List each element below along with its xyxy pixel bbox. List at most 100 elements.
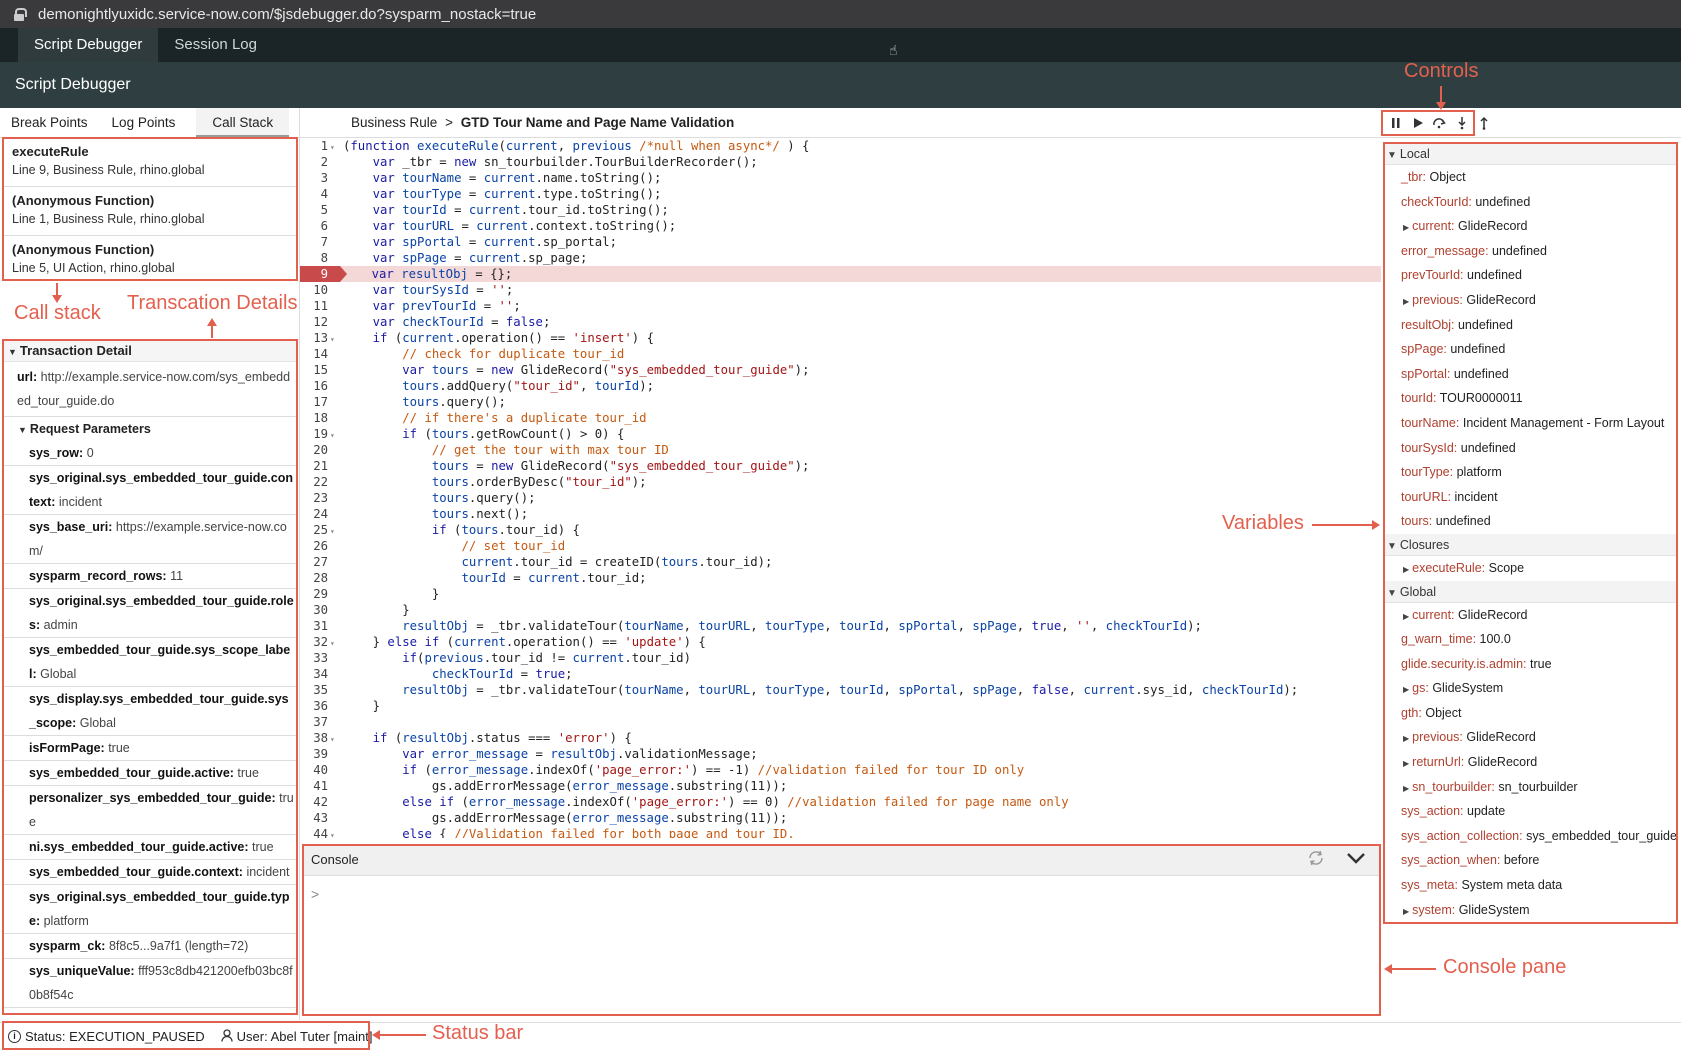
line-number[interactable]: 4 <box>300 186 330 202</box>
variable-row[interactable]: ▶ current: GlideRecord <box>1383 603 1676 628</box>
line-number[interactable]: 21 <box>300 458 330 474</box>
breadcrumb-parent[interactable]: Business Rule <box>351 115 437 130</box>
fold-arrow-icon[interactable]: ▾ <box>330 828 340 838</box>
request-parameters-header[interactable]: ▼ Request Parameters <box>2 417 298 441</box>
line-number[interactable]: 8 <box>300 250 330 266</box>
variable-row[interactable]: ▶ previous: GlideRecord <box>1383 725 1676 750</box>
expand-triangle-icon[interactable]: ▶ <box>1403 223 1409 232</box>
line-number[interactable]: 26 <box>300 538 330 554</box>
variable-row[interactable]: ▶ previous: GlideRecord <box>1383 288 1676 313</box>
line-number[interactable]: 31 <box>300 618 330 634</box>
variables-section-header[interactable]: ▼ Global <box>1383 580 1676 603</box>
line-number[interactable]: 38 <box>300 730 330 746</box>
user-text: User: Abel Tuter [maint] <box>236 1029 373 1044</box>
line-number[interactable]: 37 <box>300 714 330 730</box>
tab-session-log[interactable]: Session Log <box>158 28 273 62</box>
breakpoint-marker-icon <box>340 266 347 282</box>
variable-row[interactable]: ▶ gs: GlideSystem <box>1383 676 1676 701</box>
variables-section-header[interactable]: ▼ Closures <box>1383 533 1676 556</box>
line-number[interactable]: 17 <box>300 394 330 410</box>
step-into-icon[interactable] <box>1455 115 1469 131</box>
line-number[interactable]: 9 <box>300 266 340 282</box>
transaction-detail-header[interactable]: ▼ Transaction Detail <box>2 340 298 362</box>
pause-icon[interactable] <box>1389 115 1403 131</box>
call-stack-frame[interactable]: (Anonymous Function) Line 5, UI Action, … <box>2 236 298 285</box>
expand-triangle-icon[interactable]: ▶ <box>1403 612 1409 621</box>
line-number[interactable]: 5 <box>300 202 330 218</box>
line-number[interactable]: 23 <box>300 490 330 506</box>
browser-url-bar[interactable]: demonightlyuxidc.service-now.com/$jsdebu… <box>0 0 1681 28</box>
expand-triangle-icon[interactable]: ▼ <box>1387 588 1397 599</box>
step-out-icon[interactable] <box>1477 115 1491 131</box>
expand-triangle-icon[interactable]: ▶ <box>1403 734 1409 743</box>
variable-row[interactable]: ▶ sn_tourbuilder: sn_tourbuilder <box>1383 775 1676 800</box>
line-number[interactable]: 34 <box>300 666 330 682</box>
variable-row[interactable]: ▶ current: GlideRecord <box>1383 214 1676 239</box>
variable-row[interactable]: ▶ system: GlideSystem <box>1383 898 1676 923</box>
code-text: (function executeRule(current, previous … <box>343 139 810 153</box>
line-number[interactable]: 28 <box>300 570 330 586</box>
line-number[interactable]: 18 <box>300 410 330 426</box>
code-text: var resultObj = {}; <box>371 267 513 281</box>
code-editor[interactable]: 1 ▾ (function executeRule(current, previou… <box>300 138 1381 838</box>
expand-triangle-icon[interactable]: ▶ <box>1403 565 1409 574</box>
request-parameters-list: sys_row: 0 sys_original.sys_embedded_tour… <box>2 441 298 1012</box>
line-number[interactable]: 44 <box>300 826 330 838</box>
expand-triangle-icon[interactable]: ▶ <box>1403 759 1409 768</box>
expand-triangle-icon[interactable]: ▼ <box>1387 150 1397 161</box>
line-number[interactable]: 42 <box>300 794 330 810</box>
line-number[interactable]: 25 <box>300 522 330 538</box>
call-stack-frame[interactable]: (Anonymous Function) Line 1, Business Ru… <box>2 187 298 236</box>
line-number[interactable]: 6 <box>300 218 330 234</box>
line-number[interactable]: 3 <box>300 170 330 186</box>
line-number[interactable]: 43 <box>300 810 330 826</box>
variable-row[interactable]: ▶ returnUrl: GlideRecord <box>1383 750 1676 775</box>
line-number[interactable]: 30 <box>300 602 330 618</box>
line-number[interactable]: 1 <box>300 138 330 154</box>
expand-triangle-icon[interactable]: ▶ <box>1403 907 1409 916</box>
line-number[interactable]: 20 <box>300 442 330 458</box>
variable-row[interactable]: ▶ executeRule: Scope <box>1383 556 1676 581</box>
tab-call-stack[interactable]: Call Stack <box>196 108 290 137</box>
line-number[interactable]: 12 <box>300 314 330 330</box>
request-parameter: sys_modCount: 17 <box>2 1008 298 1012</box>
line-number[interactable]: 15 <box>300 362 330 378</box>
line-number[interactable]: 29 <box>300 586 330 602</box>
expand-triangle-icon[interactable]: ▶ <box>1403 784 1409 793</box>
tab-log-points[interactable]: Log Points <box>101 108 187 137</box>
call-stack-frame[interactable]: executeRule Line 9, Business Rule, rhino… <box>2 138 298 187</box>
line-number[interactable]: 27 <box>300 554 330 570</box>
line-number[interactable]: 24 <box>300 506 330 522</box>
line-number[interactable]: 14 <box>300 346 330 362</box>
expand-triangle-icon[interactable]: ▶ <box>1403 297 1409 306</box>
expand-triangle-icon[interactable]: ▼ <box>18 418 27 442</box>
line-number[interactable]: 41 <box>300 778 330 794</box>
tab-script-debugger[interactable]: Script Debugger <box>18 28 159 62</box>
resume-icon[interactable] <box>1411 115 1425 131</box>
line-number[interactable]: 16 <box>300 378 330 394</box>
variables-section-header[interactable]: ▼ Local <box>1383 143 1676 165</box>
line-number[interactable]: 19 <box>300 426 330 442</box>
console-input[interactable]: > <box>303 876 1380 912</box>
line-number[interactable]: 11 <box>300 298 330 314</box>
line-number[interactable]: 13 <box>300 330 330 346</box>
line-number[interactable]: 36 <box>300 698 330 714</box>
expand-triangle-icon[interactable]: ▼ <box>8 341 17 363</box>
line-number[interactable]: 33 <box>300 650 330 666</box>
refresh-icon[interactable] <box>1306 850 1326 869</box>
code-line: 10 var tourSysId = ''; <box>300 282 1381 298</box>
line-number[interactable]: 40 <box>300 762 330 778</box>
line-number[interactable]: 22 <box>300 474 330 490</box>
line-number[interactable]: 7 <box>300 234 330 250</box>
expand-triangle-icon[interactable]: ▶ <box>1403 685 1409 694</box>
line-number[interactable]: 32 <box>300 634 330 650</box>
line-number[interactable]: 2 <box>300 154 330 170</box>
line-number[interactable]: 39 <box>300 746 330 762</box>
expand-triangle-icon[interactable]: ▼ <box>1387 541 1397 552</box>
variable-row: tours: undefined <box>1401 514 1491 529</box>
step-over-icon[interactable] <box>1433 115 1447 131</box>
line-number[interactable]: 10 <box>300 282 330 298</box>
tab-break-points[interactable]: Break Points <box>0 108 99 137</box>
collapse-chevron-icon[interactable] <box>1346 851 1366 868</box>
line-number[interactable]: 35 <box>300 682 330 698</box>
